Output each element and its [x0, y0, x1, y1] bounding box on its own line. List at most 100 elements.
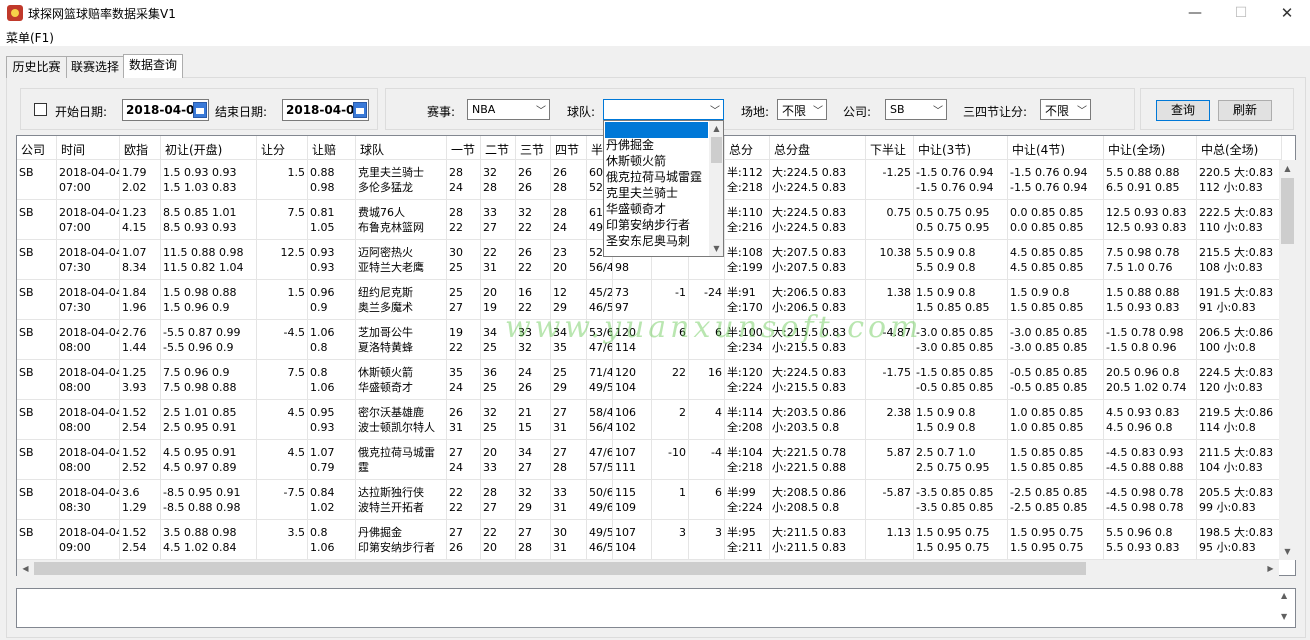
table-cell: 3.5 [257, 520, 308, 560]
refresh-button[interactable]: 刷新 [1218, 100, 1272, 121]
table-cell: 22 [652, 360, 689, 400]
table-cell: 大:211.5 0.83 小:211.5 0.83 [770, 520, 866, 560]
column-header[interactable]: 球队 [356, 136, 447, 160]
start-date-checkbox[interactable] [34, 103, 47, 116]
column-header[interactable]: 四节 [551, 136, 587, 160]
column-header[interactable]: 一节 [447, 136, 481, 160]
column-header[interactable]: 中总(全场) [1197, 136, 1282, 160]
table-row[interactable]: SB 2018-04-04 08:30 3.6 1.29 -8.5 0.95 0.91… [17, 480, 1282, 520]
table-cell: 1.07 8.34 [120, 240, 161, 280]
close-button[interactable]: ✕ [1264, 0, 1310, 26]
tab-league-select[interactable]: 联赛选择 [66, 56, 124, 78]
table-cell: 7.5 0.98 0.78 7.5 1.0 0.76 [1104, 240, 1197, 280]
end-date-picker[interactable]: 2018-04-04 [282, 99, 369, 121]
league-select[interactable]: NBA ﹀ [467, 99, 550, 120]
title-bar: 球探网篮球赔率数据采集V1 — ☐ ✕ [0, 0, 1310, 26]
table-cell: 27 28 [516, 520, 551, 560]
team-select[interactable]: ﹀ [603, 99, 724, 120]
table-cell: 纽约尼克斯 奥兰多魔术 [356, 280, 447, 320]
column-header[interactable]: 让分 [257, 136, 308, 160]
dropdown-option[interactable]: 印第安纳步行者 [606, 218, 690, 233]
table-cell: 107 104 [613, 520, 652, 560]
horizontal-scroll-thumb[interactable] [34, 562, 1086, 575]
table-row[interactable]: SB 2018-04-04 08:00 1.52 2.54 2.5 1.01 0.85… [17, 400, 1282, 440]
dropdown-option[interactable]: 克里夫兰骑士 [606, 186, 678, 201]
column-header[interactable]: 时间 [57, 136, 120, 160]
table-cell: 33 27 [481, 200, 516, 240]
dropdown-option[interactable]: 丹佛掘金 [606, 138, 654, 153]
tab-history[interactable]: 历史比赛 [6, 56, 67, 78]
table-cell: 11.5 0.88 0.98 11.5 0.82 1.04 [161, 240, 257, 280]
table-cell: -1.5 0.76 0.94 -1.5 0.76 0.94 [914, 160, 1008, 200]
table-row[interactable]: SB 2018-04-04 08:00 1.52 2.52 4.5 0.95 0.91… [17, 440, 1282, 480]
menu-main[interactable]: 菜单(F1) [6, 29, 54, 46]
table-cell: 迈阿密热火 亚特兰大老鹰 [356, 240, 447, 280]
table-cell: 33 32 [516, 320, 551, 360]
table-cell: 费城76人 布鲁克林篮网 [356, 200, 447, 240]
venue-value: 不限 [782, 104, 807, 118]
scroll-up-icon[interactable]: ▲ [709, 121, 723, 136]
table-cell: 1.5 0.98 0.88 1.5 0.96 0.9 [161, 280, 257, 320]
scroll-down-icon[interactable]: ▼ [1279, 543, 1296, 560]
dropdown-option[interactable]: 俄克拉荷马城雷霆 [606, 170, 702, 185]
table-cell: 1.5 0.95 0.75 1.5 0.95 0.75 [1008, 520, 1104, 560]
column-header[interactable]: 总分 [725, 136, 770, 160]
start-date-picker[interactable]: 2018-04-03 [122, 99, 209, 121]
column-header[interactable]: 中让(3节) [914, 136, 1008, 160]
tab-data-query[interactable]: 数据查询 [123, 54, 183, 78]
table-cell: 26 26 [516, 160, 551, 200]
table-cell: 6 [652, 320, 689, 360]
scroll-up-icon[interactable]: ▲ [1281, 591, 1287, 600]
column-header[interactable]: 总分盘 [770, 136, 866, 160]
column-header[interactable]: 下半让 [866, 136, 914, 160]
table-cell: SB [17, 320, 57, 360]
q34-select[interactable]: 不限 ﹀ [1040, 99, 1091, 120]
table-cell: 1.25 3.93 [120, 360, 161, 400]
table-row[interactable]: SB 2018-04-04 09:00 1.52 2.54 3.5 0.88 0.98… [17, 520, 1282, 560]
dropdown-option[interactable]: 华盛顿奇才 [606, 202, 666, 217]
table-cell: 7.5 0.96 0.9 7.5 0.98 0.88 [161, 360, 257, 400]
column-header[interactable]: 公司 [17, 136, 57, 160]
log-textbox[interactable] [16, 588, 1296, 628]
column-header[interactable]: 欧指 [120, 136, 161, 160]
maximize-button[interactable]: ☐ [1218, 0, 1264, 26]
column-header[interactable]: 二节 [481, 136, 516, 160]
table-cell: 3.5 0.88 0.98 4.5 1.02 0.84 [161, 520, 257, 560]
dropdown-scroll-thumb[interactable] [711, 137, 722, 163]
table-cell: 8.5 0.85 1.01 8.5 0.93 0.93 [161, 200, 257, 240]
dropdown-option[interactable]: 圣安东尼奥马刺 [606, 234, 690, 249]
column-header[interactable]: 中让(全场) [1104, 136, 1197, 160]
scroll-right-icon[interactable]: ▶ [1262, 560, 1279, 577]
q34-label: 三四节让分: [963, 105, 1028, 119]
table-cell: 25 27 [447, 280, 481, 320]
table-cell: 0.8 1.06 [308, 360, 356, 400]
table-cell: 32 22 [516, 200, 551, 240]
table-cell: 0.8 1.06 [308, 520, 356, 560]
dropdown-option[interactable]: 休斯顿火箭 [606, 154, 666, 169]
calendar-icon[interactable] [193, 102, 207, 118]
scroll-down-icon[interactable]: ▼ [709, 241, 723, 256]
table-cell: SB [17, 280, 57, 320]
scroll-left-icon[interactable]: ◀ [17, 560, 34, 577]
table-row[interactable]: SB 2018-04-04 08:00 2.76 1.44 -5.5 0.87 0.9… [17, 320, 1282, 360]
table-row[interactable]: SB 2018-04-04 07:30 1.84 1.96 1.5 0.98 0.88… [17, 280, 1282, 320]
company-select[interactable]: SB ﹀ [885, 99, 947, 120]
scroll-down-icon[interactable]: ▼ [1281, 612, 1287, 621]
query-button[interactable]: 查询 [1156, 100, 1210, 121]
table-cell: 115 109 [613, 480, 652, 520]
table-row[interactable]: SB 2018-04-04 08:00 1.25 3.93 7.5 0.96 0.9 … [17, 360, 1282, 400]
column-header[interactable]: 让赔 [308, 136, 356, 160]
table-cell: 克里夫兰骑士 多伦多猛龙 [356, 160, 447, 200]
minimize-button[interactable]: — [1172, 0, 1218, 26]
column-header[interactable]: 初让(开盘) [161, 136, 257, 160]
column-header[interactable]: 中让(4节) [1008, 136, 1104, 160]
vertical-scroll-thumb[interactable] [1281, 178, 1294, 244]
table-cell: 2018-04-04 09:00 [57, 520, 120, 560]
column-header[interactable]: 三节 [516, 136, 551, 160]
table-cell: -10 [652, 440, 689, 480]
table-cell: 半:104 全:218 [725, 440, 770, 480]
venue-select[interactable]: 不限 ﹀ [777, 99, 827, 120]
calendar-icon[interactable] [353, 102, 367, 118]
scroll-up-icon[interactable]: ▲ [1279, 160, 1296, 177]
table-cell: 211.5 大:0.83 104 小:0.83 [1197, 440, 1282, 480]
